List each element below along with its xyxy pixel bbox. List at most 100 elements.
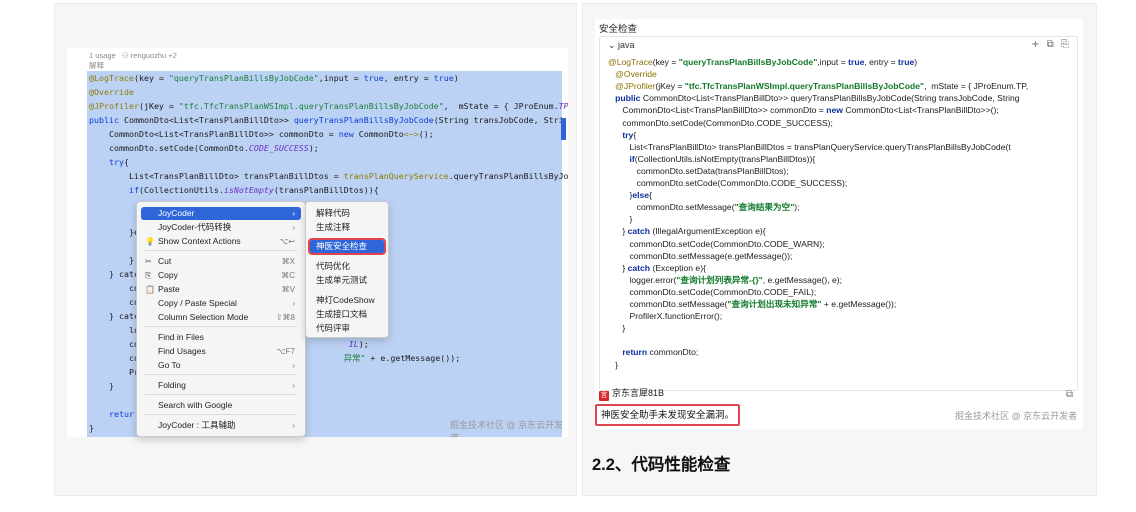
- code-token: "queryTransPlanBillsByJobCode": [168, 73, 319, 83]
- code-token: <~>: [403, 129, 419, 139]
- submenu-item[interactable]: 代码优化: [310, 260, 384, 273]
- code-token: } catc: [89, 311, 139, 321]
- code-token: (String transJobCode, Stri: [433, 115, 564, 125]
- menu-shortcut: ›: [292, 421, 295, 430]
- context-menu-item[interactable]: Search with Google: [141, 399, 301, 412]
- code-token: CommonDto<List<TransPlanBillDto>> common…: [89, 129, 339, 139]
- menu-item-label: Copy: [158, 270, 178, 280]
- code-line: public CommonDto<List<TransPlanBillDto>>…: [608, 92, 1019, 104]
- code-token: catch: [627, 262, 653, 273]
- copy-icon[interactable]: ⧉: [1066, 389, 1073, 400]
- code-token: @Override: [608, 69, 657, 80]
- menu-separator: [145, 250, 297, 251]
- code-token: }: [608, 323, 626, 334]
- code-token: }: [608, 262, 628, 273]
- code-token: (jKey =: [655, 81, 685, 92]
- code-line: commonDto.setCode(CommonDto.CODE_SUCCESS…: [89, 141, 319, 155]
- code-line: commonDto.setMessage("查询结果为空");: [608, 201, 800, 213]
- code-token: public: [89, 115, 124, 125]
- code-token: }: [608, 359, 619, 370]
- editor-scroll-thumb[interactable]: [561, 118, 566, 140]
- menu-item-label: Find in Files: [158, 332, 204, 342]
- jd-logo-icon: 言: [599, 391, 609, 401]
- code-token: "tfc.TfcTransPlanWSImpl.queryTransPlanBi…: [178, 101, 444, 111]
- author-label[interactable]: renguozhu +2: [131, 51, 177, 60]
- context-menu-item[interactable]: ⎘ Copy ⌘C: [141, 269, 301, 282]
- page: 1 usage ⚇ renguozhu +2 解释 @LogTrace(key …: [0, 0, 1136, 512]
- context-menu-item[interactable]: Column Selection Mode ⇧⌘8: [141, 311, 301, 324]
- code-line: commonDto.setCode(CommonDto.CODE_SUCCESS…: [608, 177, 848, 189]
- context-menu-item[interactable]: Go To ›: [141, 359, 301, 372]
- code-line: commonDto.setCode(CommonDto.CODE_FAIL);: [608, 286, 816, 298]
- menu-item-label: Show Context Actions: [158, 236, 241, 246]
- code-token: commonDto.setMessage(: [608, 299, 728, 309]
- code-token: true: [363, 73, 384, 83]
- menu-item-label: JoyCoder: [158, 208, 195, 218]
- code-token: (IllegalArgumentException e){: [652, 226, 766, 237]
- menu-shortcut: ⌥F7: [276, 347, 295, 356]
- submenu-item[interactable]: 生成注释: [310, 221, 384, 234]
- code-token: 异常": [343, 353, 366, 363]
- code-token: }e: [89, 227, 139, 237]
- code-tools[interactable]: + ⧉ ⎘: [1031, 39, 1071, 50]
- context-menu-item[interactable]: 💡 Show Context Actions ⌥↩: [141, 235, 301, 248]
- context-menu-item[interactable]: Folding ›: [141, 379, 301, 392]
- code-token: + e.getMessage());: [365, 353, 461, 363]
- context-menu-item[interactable]: JoyCoder ›: [141, 207, 301, 220]
- code-token: commonDto.setCode(CommonDto.CODE_WARN);: [608, 238, 825, 249]
- code-token: CommonDto<List<TransPlanBillDto>> common…: [608, 105, 827, 116]
- code-token: , entry =: [383, 73, 434, 83]
- menu-item-label: Column Selection Mode: [158, 312, 249, 322]
- context-menu-item[interactable]: JoyCoder-代码转换 ›: [141, 221, 301, 234]
- language-name: java: [618, 40, 635, 50]
- context-menu-item[interactable]: JoyCoder : 工具辅助 ›: [141, 419, 301, 432]
- context-menu-item[interactable]: ✂ Cut ⌘X: [141, 255, 301, 268]
- person-icon: ⚇: [117, 51, 131, 60]
- code-block: ⌄ java + ⧉ ⎘ @LogTrace(key = "queryTrans…: [599, 36, 1078, 391]
- submenu-item[interactable]: 解释代码: [310, 207, 384, 220]
- code-token: CODE_SUCCESS: [248, 143, 309, 153]
- code-token: ();: [418, 129, 434, 139]
- submenu-item[interactable]: 生成接口文档: [310, 308, 384, 321]
- menu-separator: [145, 374, 297, 375]
- code-token: Pr: [89, 367, 139, 377]
- submenu-item[interactable]: 代码评审: [310, 322, 384, 335]
- code-line: commonDto.setData(transPlanBillDtos);: [608, 165, 789, 177]
- code-token: }: [89, 423, 94, 433]
- code-line: @Override: [89, 85, 134, 99]
- model-name: 京东言犀81B: [612, 388, 665, 398]
- menu-item-label: Copy / Paste Special: [158, 298, 237, 308]
- doc-label: 解释: [89, 61, 104, 70]
- code-token: transPlanQueryService: [343, 171, 449, 181]
- code-token: if: [608, 153, 635, 164]
- submenu-item[interactable]: 神医安全检查: [308, 238, 386, 255]
- code-token: CommonDto<List<TransPlanBillDto>>: [123, 115, 294, 125]
- code-token: true: [848, 57, 865, 67]
- code-token: "查询计划列表异常-{}": [676, 274, 763, 285]
- code-token: {: [123, 157, 129, 167]
- code-token: ): [914, 57, 918, 67]
- menu-item-label: Search with Google: [158, 400, 233, 410]
- code-token: , mState = { JProEnum.TP,: [924, 81, 1029, 92]
- copy-icon: ⎘: [145, 271, 152, 280]
- context-menu-item[interactable]: 📋 Paste ⌘V: [141, 283, 301, 296]
- code-line: } catch (IllegalArgumentException e){: [608, 225, 766, 237]
- code-line: CommonDto<List<TransPlanBillDto>> common…: [608, 104, 998, 116]
- context-menu-item[interactable]: Find in Files: [141, 331, 301, 344]
- language-label[interactable]: ⌄ java: [608, 40, 635, 51]
- code-token: catch: [627, 226, 653, 237]
- code-token: try: [89, 157, 124, 167]
- code-line: lo: [89, 323, 139, 337]
- context-menu-item[interactable]: Find Usages ⌥F7: [141, 345, 301, 358]
- code-line: }: [608, 359, 618, 371]
- code-token: try: [608, 129, 634, 140]
- code-token: co: [89, 283, 139, 293]
- submenu-item[interactable]: 神灯CodeShow: [310, 294, 384, 307]
- context-menu-item[interactable]: Copy / Paste Special ›: [141, 297, 301, 310]
- code-token: commonDto.setMessage(: [608, 202, 735, 213]
- submenu-item[interactable]: 生成单元测试: [310, 274, 384, 287]
- usage-count[interactable]: 1 usage: [89, 51, 116, 60]
- menu-separator: [145, 414, 297, 415]
- code-line: return commonDto;: [608, 346, 698, 358]
